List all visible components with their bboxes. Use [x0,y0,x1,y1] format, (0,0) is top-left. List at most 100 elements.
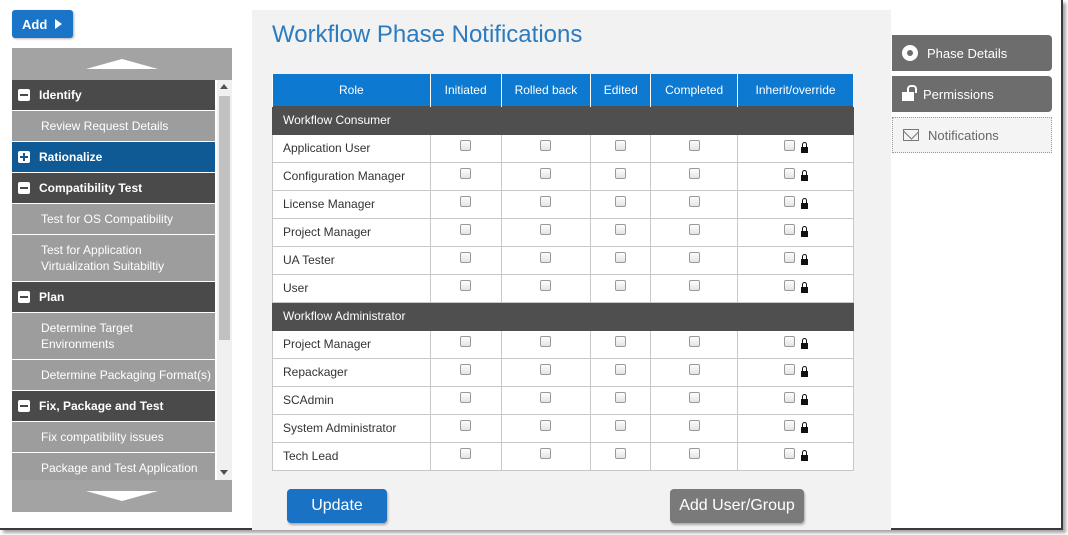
collapse-icon[interactable] [18,291,30,303]
notify-checkbox[interactable] [540,280,552,292]
scroll-down-arrow-icon[interactable] [220,470,228,475]
tab-phase-details[interactable]: Phase Details [892,35,1052,71]
nav-item-test-os-compatibility[interactable]: Test for OS Compatibility [12,204,215,235]
notify-checkbox[interactable] [615,196,627,208]
notify-checkbox[interactable] [783,392,795,404]
notify-checkbox[interactable] [540,364,552,376]
nav-group-rationalize[interactable]: Rationalize [12,142,215,173]
notify-checkbox[interactable] [540,252,552,264]
nav-item-test-app-virtualization[interactable]: Test for Application Virtualization Suit… [12,235,215,282]
notify-checkbox[interactable] [615,140,627,152]
notify-checkbox[interactable] [460,168,472,180]
lock-icon[interactable] [800,421,808,433]
notify-checkbox[interactable] [460,392,472,404]
notify-checkbox[interactable] [615,336,627,348]
notify-checkbox[interactable] [783,280,795,292]
lock-icon[interactable] [800,393,808,405]
notify-checkbox[interactable] [688,280,700,292]
notify-checkbox[interactable] [688,336,700,348]
notify-checkbox[interactable] [460,280,472,292]
notify-checkbox[interactable] [783,448,795,460]
tab-permissions[interactable]: Permissions [892,76,1052,112]
cell [737,441,854,471]
notify-checkbox[interactable] [688,392,700,404]
notify-checkbox[interactable] [460,224,472,236]
notify-checkbox[interactable] [688,364,700,376]
notify-checkbox[interactable] [615,168,627,180]
lock-icon[interactable] [800,281,808,293]
notify-checkbox[interactable] [688,448,700,460]
notify-checkbox[interactable] [460,140,472,152]
nav-group-identify[interactable]: Identify [12,80,215,111]
notify-checkbox[interactable] [460,448,472,460]
collapse-icon[interactable] [18,400,30,412]
nav-item-fix-compatibility-issues[interactable]: Fix compatibility issues [12,422,215,453]
notify-checkbox[interactable] [688,196,700,208]
lock-icon[interactable] [800,365,808,377]
notify-checkbox[interactable] [783,168,795,180]
notify-checkbox[interactable] [540,196,552,208]
table-group-row: Workflow Administrator [272,301,854,331]
notify-checkbox[interactable] [783,252,795,264]
notify-checkbox[interactable] [540,448,552,460]
nav-item-determine-target-environments[interactable]: Determine Target Environments [12,313,215,360]
notify-checkbox[interactable] [540,392,552,404]
nav-scroll-up-button[interactable] [12,48,232,80]
notify-checkbox[interactable] [540,336,552,348]
lock-icon[interactable] [800,169,808,181]
cell [429,441,502,471]
scroll-up-arrow-icon[interactable] [220,84,228,89]
notify-checkbox[interactable] [540,168,552,180]
notify-checkbox[interactable] [688,252,700,264]
expand-icon[interactable] [18,151,30,163]
lock-icon[interactable] [800,197,808,209]
notify-checkbox[interactable] [540,420,552,432]
add-user-group-button[interactable]: Add User/Group [670,489,804,523]
nav-item-review-request-details[interactable]: Review Request Details [12,111,215,142]
notify-checkbox[interactable] [688,168,700,180]
notify-checkbox[interactable] [615,420,627,432]
lock-icon[interactable] [800,141,808,153]
lock-icon[interactable] [800,449,808,461]
notify-checkbox[interactable] [540,224,552,236]
nav-group-fix-package-test[interactable]: Fix, Package and Test [12,391,215,422]
lock-icon[interactable] [800,225,808,237]
lock-icon[interactable] [800,253,808,265]
notify-checkbox[interactable] [615,252,627,264]
nav-item-determine-packaging-formats[interactable]: Determine Packaging Format(s) [12,360,215,391]
nav-group-compatibility-test[interactable]: Compatibility Test [12,173,215,204]
nav-group-plan[interactable]: Plan [12,282,215,313]
notify-checkbox[interactable] [783,224,795,236]
add-button[interactable]: Add [12,10,73,38]
lock-icon[interactable] [800,337,808,349]
notify-checkbox[interactable] [688,420,700,432]
notify-checkbox[interactable] [783,196,795,208]
notify-checkbox[interactable] [460,420,472,432]
notify-checkbox[interactable] [783,420,795,432]
notify-checkbox[interactable] [460,336,472,348]
collapse-icon[interactable] [18,89,30,101]
notify-checkbox[interactable] [615,280,627,292]
notify-checkbox[interactable] [540,140,552,152]
notify-checkbox[interactable] [460,364,472,376]
scrollbar-thumb[interactable] [219,96,230,340]
nav-scrollbar[interactable] [217,80,232,480]
tab-notifications[interactable]: Notifications [892,117,1052,153]
notify-checkbox[interactable] [688,224,700,236]
notify-checkbox[interactable] [460,196,472,208]
notify-checkbox[interactable] [615,448,627,460]
notify-checkbox[interactable] [783,140,795,152]
nav-item-package-and-test[interactable]: Package and Test Application [12,453,215,480]
nav-scroll-down-button[interactable] [12,480,232,512]
notify-checkbox[interactable] [688,140,700,152]
update-button[interactable]: Update [287,489,387,523]
cell [590,441,652,471]
notify-checkbox[interactable] [615,392,627,404]
notify-checkbox[interactable] [615,224,627,236]
notify-checkbox[interactable] [783,364,795,376]
notify-checkbox[interactable] [615,364,627,376]
notify-checkbox[interactable] [460,252,472,264]
notifications-table: Role Initiated Rolled back Edited Comple… [272,74,854,471]
collapse-icon[interactable] [18,182,30,194]
notify-checkbox[interactable] [783,336,795,348]
